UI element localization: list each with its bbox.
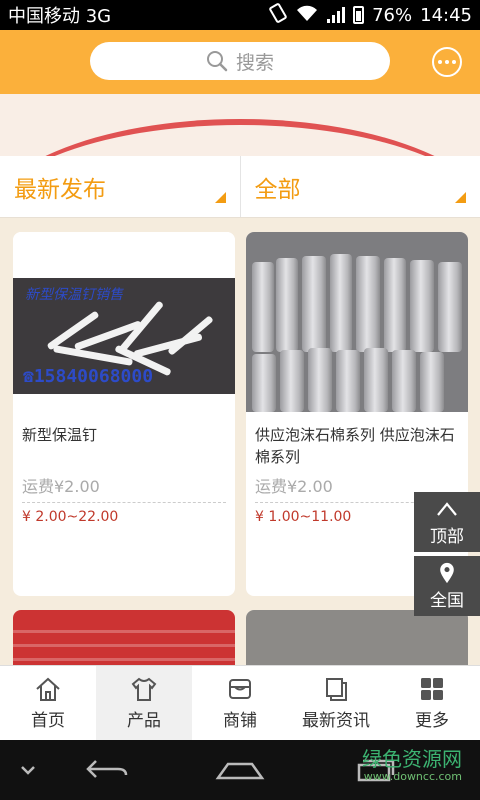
shirt-icon — [131, 677, 157, 701]
status-bar: 中国移动 3G 76% 14:45 — [0, 0, 480, 30]
chevron-down-icon — [21, 766, 35, 775]
back-to-top-label: 顶部 — [430, 526, 464, 547]
header-bar: 搜索 — [0, 30, 480, 94]
product-card[interactable] — [13, 610, 235, 665]
home-outline-icon — [215, 762, 265, 780]
product-image — [246, 232, 468, 412]
watermark: 绿色资源网 www.downcc.com — [362, 748, 462, 783]
dropdown-icon — [455, 192, 466, 203]
chevron-up-icon — [437, 501, 457, 516]
back-icon — [86, 760, 128, 778]
dropdown-icon — [214, 192, 226, 203]
nav-shops[interactable]: 商铺 — [192, 666, 288, 740]
nav-products[interactable]: 产品 — [96, 666, 192, 740]
back-button[interactable] — [76, 740, 136, 800]
product-image — [13, 610, 235, 665]
home-button[interactable] — [208, 740, 272, 800]
product-image-phone: ☎15840068000 — [23, 366, 154, 387]
nav-home[interactable]: 首页 — [0, 666, 96, 740]
bottom-nav: 首页 产品 商铺 最新资讯 更多 — [0, 665, 480, 740]
product-image-caption: 新型保温钉销售 — [25, 287, 123, 303]
product-grid: 新型保温钉销售 ☎15840068000 新型保温钉 运费¥2.00 ¥ 2.0… — [0, 218, 480, 665]
price-range: ¥ 2.00~22.00 — [22, 509, 119, 525]
carrier-label: 中国移动 3G — [8, 6, 112, 27]
grid-icon — [421, 677, 443, 700]
product-image — [246, 610, 468, 665]
watermark-url: www.downcc.com — [363, 770, 462, 783]
clock: 14:45 — [420, 4, 472, 26]
filter-bar: 最新发布 全部 — [0, 156, 480, 218]
back-to-top-button[interactable]: 顶部 — [414, 492, 480, 552]
nav-more[interactable]: 更多 — [384, 666, 480, 740]
sort-filter-label: 最新发布 — [14, 176, 106, 203]
system-nav-bar: 绿色资源网 www.downcc.com — [0, 740, 480, 800]
location-label: 全国 — [430, 590, 464, 611]
battery-icon — [353, 6, 365, 24]
nav-news[interactable]: 最新资讯 — [288, 666, 384, 740]
search-icon — [206, 51, 228, 72]
nav-news-label: 最新资讯 — [302, 710, 370, 731]
nav-shops-label: 商铺 — [223, 710, 257, 731]
location-button[interactable]: 全国 — [414, 556, 480, 616]
vibrate-icon — [269, 2, 287, 28]
watermark-text: 绿色资源网 — [362, 747, 462, 771]
hide-keyboard-button[interactable] — [10, 740, 46, 800]
nav-home-label: 首页 — [31, 710, 65, 731]
sort-filter[interactable]: 最新发布 — [0, 156, 240, 217]
battery-percent: 76% — [372, 4, 413, 26]
category-filter[interactable]: 全部 — [239, 156, 480, 217]
category-filter-label: 全部 — [254, 176, 301, 203]
nav-more-label: 更多 — [415, 710, 449, 731]
wifi-icon — [295, 4, 319, 27]
product-title: 供应泡沫石棉系列 供应泡沫石棉系列 — [255, 426, 455, 466]
search-placeholder: 搜索 — [235, 51, 274, 74]
shop-icon — [229, 678, 251, 699]
search-input[interactable]: 搜索 — [90, 42, 390, 80]
message-icon[interactable] — [432, 47, 462, 77]
location-pin-icon — [440, 562, 454, 583]
banner-image[interactable] — [0, 94, 480, 156]
nav-products-label: 产品 — [127, 710, 161, 731]
shipping-fee: 运费¥2.00 — [22, 477, 100, 496]
signal-icon — [327, 7, 346, 23]
news-icon — [326, 677, 347, 701]
home-icon — [36, 677, 60, 701]
product-card[interactable] — [246, 610, 468, 665]
product-card[interactable]: 新型保温钉销售 ☎15840068000 新型保温钉 运费¥2.00 ¥ 2.0… — [13, 232, 235, 596]
product-title: 新型保温钉 — [22, 426, 98, 444]
product-image: 新型保温钉销售 ☎15840068000 — [13, 232, 235, 412]
